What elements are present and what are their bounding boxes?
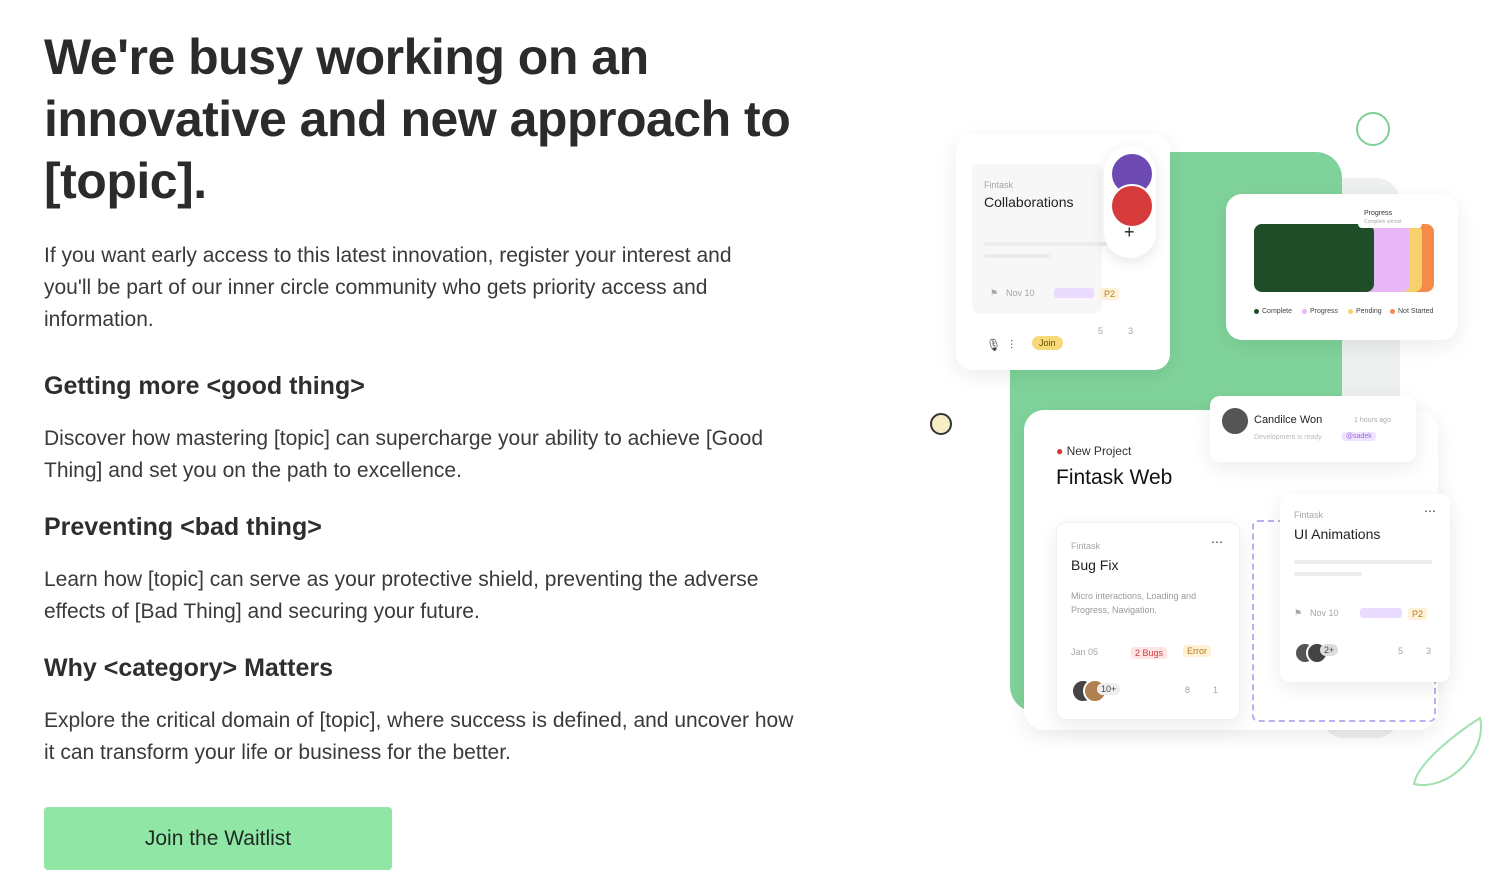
bugfix-card: Fintask Bug Fix ⋯ Micro interactions, Lo… — [1056, 522, 1240, 720]
progress-subtitle: Complete almost — [1364, 219, 1402, 225]
comments-count: 8 — [1185, 685, 1191, 695]
attachments-count: 3 — [1426, 646, 1432, 656]
more-icon[interactable]: ⋯ — [1424, 504, 1436, 518]
new-project-label: ● New Project — [1056, 444, 1132, 458]
feature-heading: Getting more <good thing> — [44, 372, 365, 400]
attachments-count: 1 — [1213, 685, 1219, 695]
notify-name: Candilce Won — [1254, 414, 1323, 426]
progress-card: Progress Complete almost Complete Progre… — [1226, 194, 1458, 340]
join-waitlist-button[interactable]: Join the Waitlist — [44, 807, 392, 870]
priority-chip: P2 — [1100, 288, 1120, 300]
feature-body: Learn how [topic] can serve as your prot… — [44, 568, 759, 623]
intro-text: If you want early access to this latest … — [44, 244, 732, 331]
card-title: UI Animations — [1294, 526, 1381, 542]
flag-icon: ⚑ — [990, 288, 999, 298]
legend-complete: Complete — [1254, 308, 1292, 315]
more-members: 2+ — [1320, 644, 1339, 656]
progress-title: Progress — [1364, 210, 1393, 217]
notify-time: 1 hours ago — [1354, 417, 1391, 424]
feature-category: Why <category> Matters Explore the criti… — [44, 653, 804, 769]
join-chip[interactable]: Join — [1032, 336, 1063, 350]
flag-icon: ⚑ — [1294, 608, 1303, 618]
notification-card: Candilce Won 1 hours ago Development is … — [1210, 396, 1416, 462]
card-brand: Fintask — [1071, 541, 1101, 551]
card-date: Nov 10 — [1310, 608, 1339, 618]
collaborations-card: Fintask Collaborations + ⚑ Nov 10 P2 🎙 ⫶… — [956, 134, 1170, 370]
feature-good-thing: Getting more <good thing> Discover how m… — [44, 371, 804, 487]
pin-icon: ● — [1056, 444, 1064, 458]
decor-circle-yellow — [930, 413, 952, 435]
card-date: Nov 10 — [1006, 288, 1035, 298]
notify-message: Development is ready — [1254, 434, 1322, 441]
card-brand: Fintask — [1294, 510, 1324, 520]
feature-heading: Preventing <bad thing> — [44, 513, 322, 541]
comments-count: 5 — [1098, 326, 1104, 336]
attachments-count: 3 — [1128, 326, 1134, 336]
card-date: Jan 05 — [1071, 647, 1099, 657]
card-title: Collaborations — [984, 194, 1074, 210]
decor-circle-green — [1356, 112, 1390, 146]
legend-progress: Progress — [1302, 308, 1338, 315]
error-chip: Error — [1183, 645, 1211, 657]
ui-animations-card: Fintask UI Animations ⋯ ⚑ Nov 10 P2 2+ 5… — [1280, 494, 1450, 682]
feature-bad-thing: Preventing <bad thing> Learn how [topic]… — [44, 512, 804, 628]
feature-heading: Why <category> Matters — [44, 654, 333, 682]
feature-body: Explore the critical domain of [topic], … — [44, 709, 794, 764]
legend-not-started: Not Started — [1390, 308, 1433, 315]
more-icon[interactable]: ⋯ — [1211, 535, 1223, 549]
add-member-icon[interactable]: + — [1124, 222, 1135, 243]
project-title: Fintask Web — [1056, 466, 1173, 489]
product-illustration: Fintask Collaborations + ⚑ Nov 10 P2 🎙 ⫶… — [900, 100, 1500, 800]
card-title: Bug Fix — [1071, 557, 1119, 573]
avatar — [1220, 406, 1250, 436]
page-title: We're busy working on an innovative and … — [44, 29, 791, 209]
mic-icon[interactable]: 🎙 — [986, 338, 1001, 352]
priority-chip: P2 — [1408, 608, 1428, 620]
legend-pending: Pending — [1348, 308, 1382, 315]
equalizer-icon[interactable]: ⫶ — [1010, 338, 1013, 353]
more-members: 10+ — [1097, 683, 1121, 695]
bugs-chip: 2 Bugs — [1131, 647, 1168, 659]
content-column: We're busy working on an innovative and … — [44, 26, 804, 764]
progress-complete-bar — [1254, 224, 1374, 292]
feature-body: Discover how mastering [topic] can super… — [44, 427, 764, 482]
mention-chip: @sadek — [1342, 432, 1376, 441]
comments-count: 5 — [1398, 646, 1404, 656]
card-desc: Micro interactions, Loading and Progress… — [1071, 591, 1197, 615]
card-brand: Fintask — [984, 180, 1014, 190]
